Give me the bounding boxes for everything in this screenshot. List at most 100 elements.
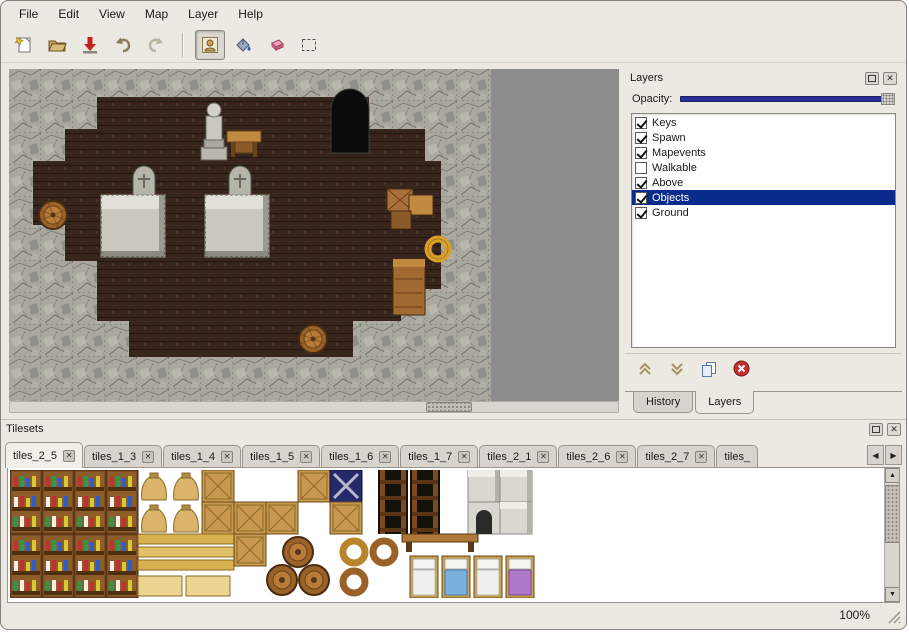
cabinet-object bbox=[393, 259, 425, 315]
tab-close-icon[interactable]: ✕ bbox=[63, 450, 75, 462]
layer-row[interactable]: Ground bbox=[632, 205, 895, 220]
opacity-slider-handle[interactable] bbox=[881, 93, 895, 105]
tileset-tab[interactable]: tiles_2_6 ✕ bbox=[558, 445, 636, 467]
opacity-slider[interactable] bbox=[680, 92, 895, 106]
tileset-tab-label: tiles_2_6 bbox=[566, 451, 610, 463]
map-horizontal-scrollbar[interactable] bbox=[9, 401, 619, 413]
tilesets-panel-titlebar: Tilesets ✕ bbox=[1, 420, 906, 438]
tileset-tab[interactable]: tiles_2_7 ✕ bbox=[637, 445, 715, 467]
tab-close-icon[interactable]: ✕ bbox=[379, 451, 391, 463]
tab-history[interactable]: History bbox=[633, 392, 693, 413]
tombstone-object bbox=[133, 166, 155, 196]
layer-actions bbox=[625, 353, 902, 383]
eraser-tool-button[interactable] bbox=[261, 30, 291, 60]
open-file-button[interactable] bbox=[42, 30, 72, 60]
menu-item-edit[interactable]: Edit bbox=[50, 4, 87, 24]
layer-checkbox[interactable] bbox=[635, 162, 647, 174]
undo-button[interactable] bbox=[108, 30, 138, 60]
tileset-tab-label: tiles_ bbox=[724, 451, 750, 463]
tileset-tab[interactable]: tiles_1_5 ✕ bbox=[242, 445, 320, 467]
tilesets-float-button[interactable] bbox=[869, 423, 883, 436]
tileset-tab[interactable]: tiles_2_5 ✕ bbox=[5, 442, 83, 468]
scroll-up-icon[interactable]: ▲ bbox=[885, 468, 900, 483]
tileset-tab-label: tiles_2_1 bbox=[487, 451, 531, 463]
tileset-vscroll-thumb[interactable] bbox=[885, 485, 900, 543]
layers-float-button[interactable] bbox=[865, 72, 879, 85]
tab-layers[interactable]: Layers bbox=[695, 391, 754, 414]
table-object bbox=[227, 131, 261, 157]
scroll-down-icon[interactable]: ▼ bbox=[885, 587, 900, 602]
new-file-button[interactable] bbox=[9, 30, 39, 60]
layer-row[interactable]: Spawn bbox=[632, 130, 895, 145]
tab-close-icon[interactable]: ✕ bbox=[616, 451, 628, 463]
stamp-tool-button[interactable] bbox=[195, 30, 225, 60]
layer-name: Objects bbox=[652, 192, 689, 204]
close-icon: ✕ bbox=[890, 425, 898, 434]
tab-close-icon[interactable]: ✕ bbox=[300, 451, 312, 463]
tileset-tab[interactable]: tiles_1_3 ✕ bbox=[84, 445, 162, 467]
tilesets-close-button[interactable]: ✕ bbox=[887, 423, 901, 436]
tab-history-label: History bbox=[646, 396, 680, 408]
opacity-label: Opacity: bbox=[632, 93, 672, 105]
tileset-tab[interactable]: tiles_1_4 ✕ bbox=[163, 445, 241, 467]
menu-item-view[interactable]: View bbox=[91, 4, 133, 24]
tileset-grid[interactable] bbox=[10, 470, 540, 598]
marquee-select-icon bbox=[299, 35, 319, 55]
layer-checkbox[interactable] bbox=[635, 147, 647, 159]
layer-checkbox[interactable] bbox=[635, 117, 647, 129]
tileset-tab[interactable]: tiles_1_6 ✕ bbox=[321, 445, 399, 467]
tab-scroll-right-icon[interactable]: ▶ bbox=[885, 445, 902, 465]
menubar: File Edit View Map Layer Help bbox=[1, 1, 906, 27]
resize-grip[interactable] bbox=[888, 611, 901, 624]
tab-close-icon[interactable]: ✕ bbox=[695, 451, 707, 463]
layer-checkbox[interactable] bbox=[635, 192, 647, 204]
delete-layer-icon[interactable] bbox=[733, 360, 750, 377]
menu-item-file[interactable]: File bbox=[11, 4, 46, 24]
select-tool-button[interactable] bbox=[294, 30, 324, 60]
tab-close-icon[interactable]: ✕ bbox=[142, 451, 154, 463]
map-hscroll-thumb[interactable] bbox=[426, 402, 472, 412]
stamp-tool-icon bbox=[200, 35, 220, 55]
tab-close-icon[interactable]: ✕ bbox=[537, 451, 549, 463]
tab-close-icon[interactable]: ✕ bbox=[221, 451, 233, 463]
duplicate-layer-icon[interactable] bbox=[701, 361, 717, 377]
redo-button[interactable] bbox=[141, 30, 171, 60]
move-layer-down-icon[interactable] bbox=[669, 361, 685, 377]
barrel-object bbox=[299, 325, 327, 353]
fill-tool-button[interactable] bbox=[228, 30, 258, 60]
layer-row[interactable]: Walkable bbox=[632, 160, 895, 175]
tombstone-object bbox=[229, 166, 251, 196]
tileset-tab[interactable]: tiles_2_1 ✕ bbox=[479, 445, 557, 467]
save-file-button[interactable] bbox=[75, 30, 105, 60]
map-canvas[interactable] bbox=[9, 69, 619, 401]
layer-checkbox[interactable] bbox=[635, 132, 647, 144]
layer-row[interactable]: Keys bbox=[632, 115, 895, 130]
layers-panel-titlebar: Layers ✕ bbox=[625, 69, 902, 87]
float-icon bbox=[868, 75, 876, 82]
tileset-tab-label: tiles_1_5 bbox=[250, 451, 294, 463]
tab-close-icon[interactable]: ✕ bbox=[458, 451, 470, 463]
layers-panel-title: Layers bbox=[630, 72, 861, 84]
layer-name: Keys bbox=[652, 117, 676, 129]
new-file-icon bbox=[14, 35, 34, 55]
layer-checkbox[interactable] bbox=[635, 207, 647, 219]
tab-scrollers: ◀ ▶ bbox=[867, 445, 902, 465]
layer-row[interactable]: Objects bbox=[632, 190, 895, 205]
layer-row[interactable]: Above bbox=[632, 175, 895, 190]
layer-checkbox[interactable] bbox=[635, 177, 647, 189]
zoom-level: 100% bbox=[839, 608, 870, 622]
move-layer-up-icon[interactable] bbox=[637, 361, 653, 377]
tileset-tab[interactable]: tiles_1_7 ✕ bbox=[400, 445, 478, 467]
layer-row[interactable]: Mapevents bbox=[632, 145, 895, 160]
layers-close-button[interactable]: ✕ bbox=[883, 72, 897, 85]
main-area: Layers ✕ Opacity: Keys Spawn bbox=[1, 65, 906, 421]
menu-item-help[interactable]: Help bbox=[230, 4, 271, 24]
tileset-tab[interactable]: tiles_ bbox=[716, 445, 758, 467]
map-render bbox=[9, 69, 619, 401]
menu-item-layer[interactable]: Layer bbox=[180, 4, 226, 24]
save-icon bbox=[80, 35, 100, 55]
tileset-vertical-scrollbar[interactable]: ▲ ▼ bbox=[884, 468, 899, 602]
tab-scroll-left-icon[interactable]: ◀ bbox=[867, 445, 884, 465]
tileset-tab-label: tiles_1_7 bbox=[408, 451, 452, 463]
menu-item-map[interactable]: Map bbox=[137, 4, 176, 24]
